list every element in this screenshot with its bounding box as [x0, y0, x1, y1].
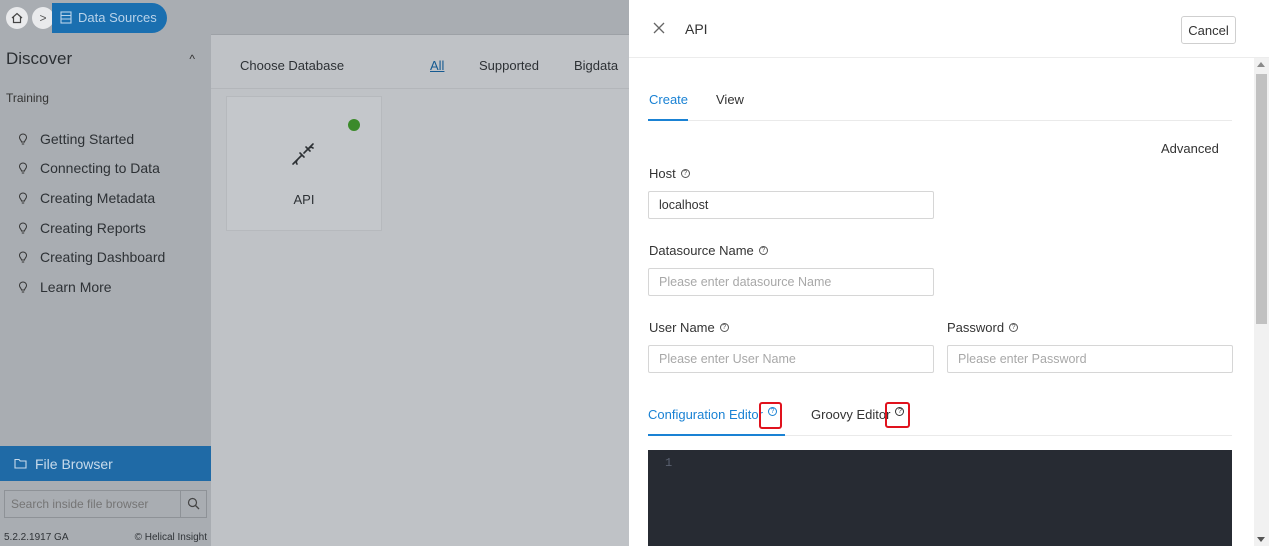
choose-database-label: Choose Database	[240, 58, 345, 73]
tab-supported[interactable]: Supported	[479, 58, 539, 73]
scroll-up-icon[interactable]	[1257, 62, 1265, 67]
file-browser-label: File Browser	[35, 455, 113, 472]
panel-header: API Cancel	[629, 0, 1269, 58]
sidebar-item-creating-metadata[interactable]: Creating Metadata	[18, 183, 165, 213]
footer: 5.2.2.1917 GA © Helical Insight	[4, 532, 207, 543]
user-name-input[interactable]	[648, 345, 934, 373]
sidebar: > Data Sources Discover ^ Training Getti…	[0, 0, 211, 546]
bulb-icon	[18, 192, 28, 204]
card-label: API	[293, 192, 315, 207]
bulb-icon	[18, 162, 28, 174]
folder-icon	[14, 458, 27, 469]
breadcrumb-label: Data Sources	[78, 10, 157, 25]
highlight-box-config-help	[759, 402, 782, 429]
sidebar-item-connecting-to-data[interactable]: Connecting to Data	[18, 154, 165, 184]
database-tabs: Choose Database All Supported Bigdata	[211, 35, 629, 89]
help-circle-icon[interactable]: ?	[719, 323, 729, 332]
chevron-up-icon[interactable]: ^	[189, 52, 195, 66]
cancel-button[interactable]: Cancel	[1181, 16, 1236, 44]
home-icon	[11, 12, 23, 23]
check-circle-icon	[348, 119, 360, 131]
sidebar-item-label: Creating Metadata	[40, 189, 156, 206]
sidebar-item-creating-dashboard[interactable]: Creating Dashboard	[18, 242, 165, 272]
search-icon	[187, 497, 200, 510]
database-card-api[interactable]: API	[226, 96, 382, 231]
password-label: Password ?	[947, 320, 1019, 335]
datasource-icon	[60, 11, 72, 24]
bulb-icon	[18, 251, 28, 263]
help-circle-icon[interactable]: ?	[680, 169, 690, 178]
sidebar-item-learn-more[interactable]: Learn More	[18, 272, 165, 302]
advanced-link[interactable]: Advanced	[1161, 141, 1219, 156]
line-number: 1	[665, 456, 673, 470]
tab-label: Groovy Editor	[811, 407, 891, 422]
tab-all[interactable]: All	[430, 58, 444, 73]
search-button[interactable]	[181, 489, 207, 518]
sidebar-item-creating-reports[interactable]: Creating Reports	[18, 213, 165, 243]
plug-icon	[292, 143, 314, 165]
section-label: Training	[6, 91, 49, 105]
panel-tabs: Create View	[648, 92, 1232, 121]
tab-bigdata[interactable]: Bigdata	[574, 58, 618, 73]
tab-label: Configuration Editor	[648, 407, 763, 422]
tab-create[interactable]: Create	[648, 92, 688, 121]
close-icon[interactable]	[653, 22, 665, 34]
panel-title: API	[685, 21, 708, 37]
panel-scrollbar[interactable]	[1254, 58, 1269, 546]
user-name-label: User Name ?	[649, 320, 729, 335]
datasource-name-label: Datasource Name ?	[649, 243, 768, 258]
password-label-text: Password	[947, 320, 1005, 335]
host-label-text: Host	[649, 166, 676, 181]
sidebar-item-label: Learn More	[40, 278, 112, 295]
discover-header[interactable]: Discover ^	[6, 49, 201, 69]
help-circle-icon[interactable]: ?	[1009, 323, 1019, 332]
api-datasource-panel: API Cancel Create View Advanced Host ? D…	[629, 0, 1269, 546]
password-input[interactable]	[947, 345, 1233, 373]
file-browser-button[interactable]: File Browser	[0, 446, 211, 481]
user-name-label-text: User Name	[649, 320, 715, 335]
datasource-name-label-text: Datasource Name	[649, 243, 754, 258]
code-editor[interactable]: 1	[648, 450, 1232, 546]
bulb-icon	[18, 222, 28, 234]
file-search	[0, 487, 211, 520]
datasource-name-input[interactable]	[648, 268, 934, 296]
brand-label: © Helical Insight	[134, 532, 207, 543]
bulb-icon	[18, 133, 28, 145]
sidebar-item-getting-started[interactable]: Getting Started	[18, 124, 165, 154]
discover-title: Discover	[6, 49, 73, 68]
training-list: Getting Started Connecting to Data Creat…	[18, 124, 165, 302]
file-search-input[interactable]	[4, 489, 181, 518]
sidebar-item-label: Creating Dashboard	[40, 249, 166, 266]
breadcrumb: > Data Sources	[0, 0, 211, 35]
top-bar	[211, 0, 629, 35]
host-input[interactable]	[648, 191, 934, 219]
version-label: 5.2.2.1917 GA	[4, 532, 69, 543]
database-chooser: Choose Database All Supported Bigdata AP…	[211, 35, 629, 546]
home-button[interactable]	[6, 6, 28, 29]
editor-tabs: Configuration Editor ? Groovy Editor ?	[648, 403, 1232, 436]
host-label: Host ?	[649, 166, 690, 181]
scrollbar-thumb[interactable]	[1256, 74, 1267, 324]
sidebar-item-label: Getting Started	[40, 130, 135, 147]
scroll-down-icon[interactable]	[1257, 537, 1265, 542]
highlight-box-groovy-help	[885, 402, 910, 428]
breadcrumb-data-sources[interactable]: Data Sources	[52, 2, 167, 33]
sidebar-item-label: Connecting to Data	[40, 160, 160, 177]
chevron-right-icon: >	[32, 6, 54, 29]
help-circle-icon[interactable]: ?	[758, 246, 768, 255]
bulb-icon	[18, 281, 28, 293]
sidebar-item-label: Creating Reports	[40, 219, 146, 236]
tab-view[interactable]: View	[716, 92, 744, 121]
